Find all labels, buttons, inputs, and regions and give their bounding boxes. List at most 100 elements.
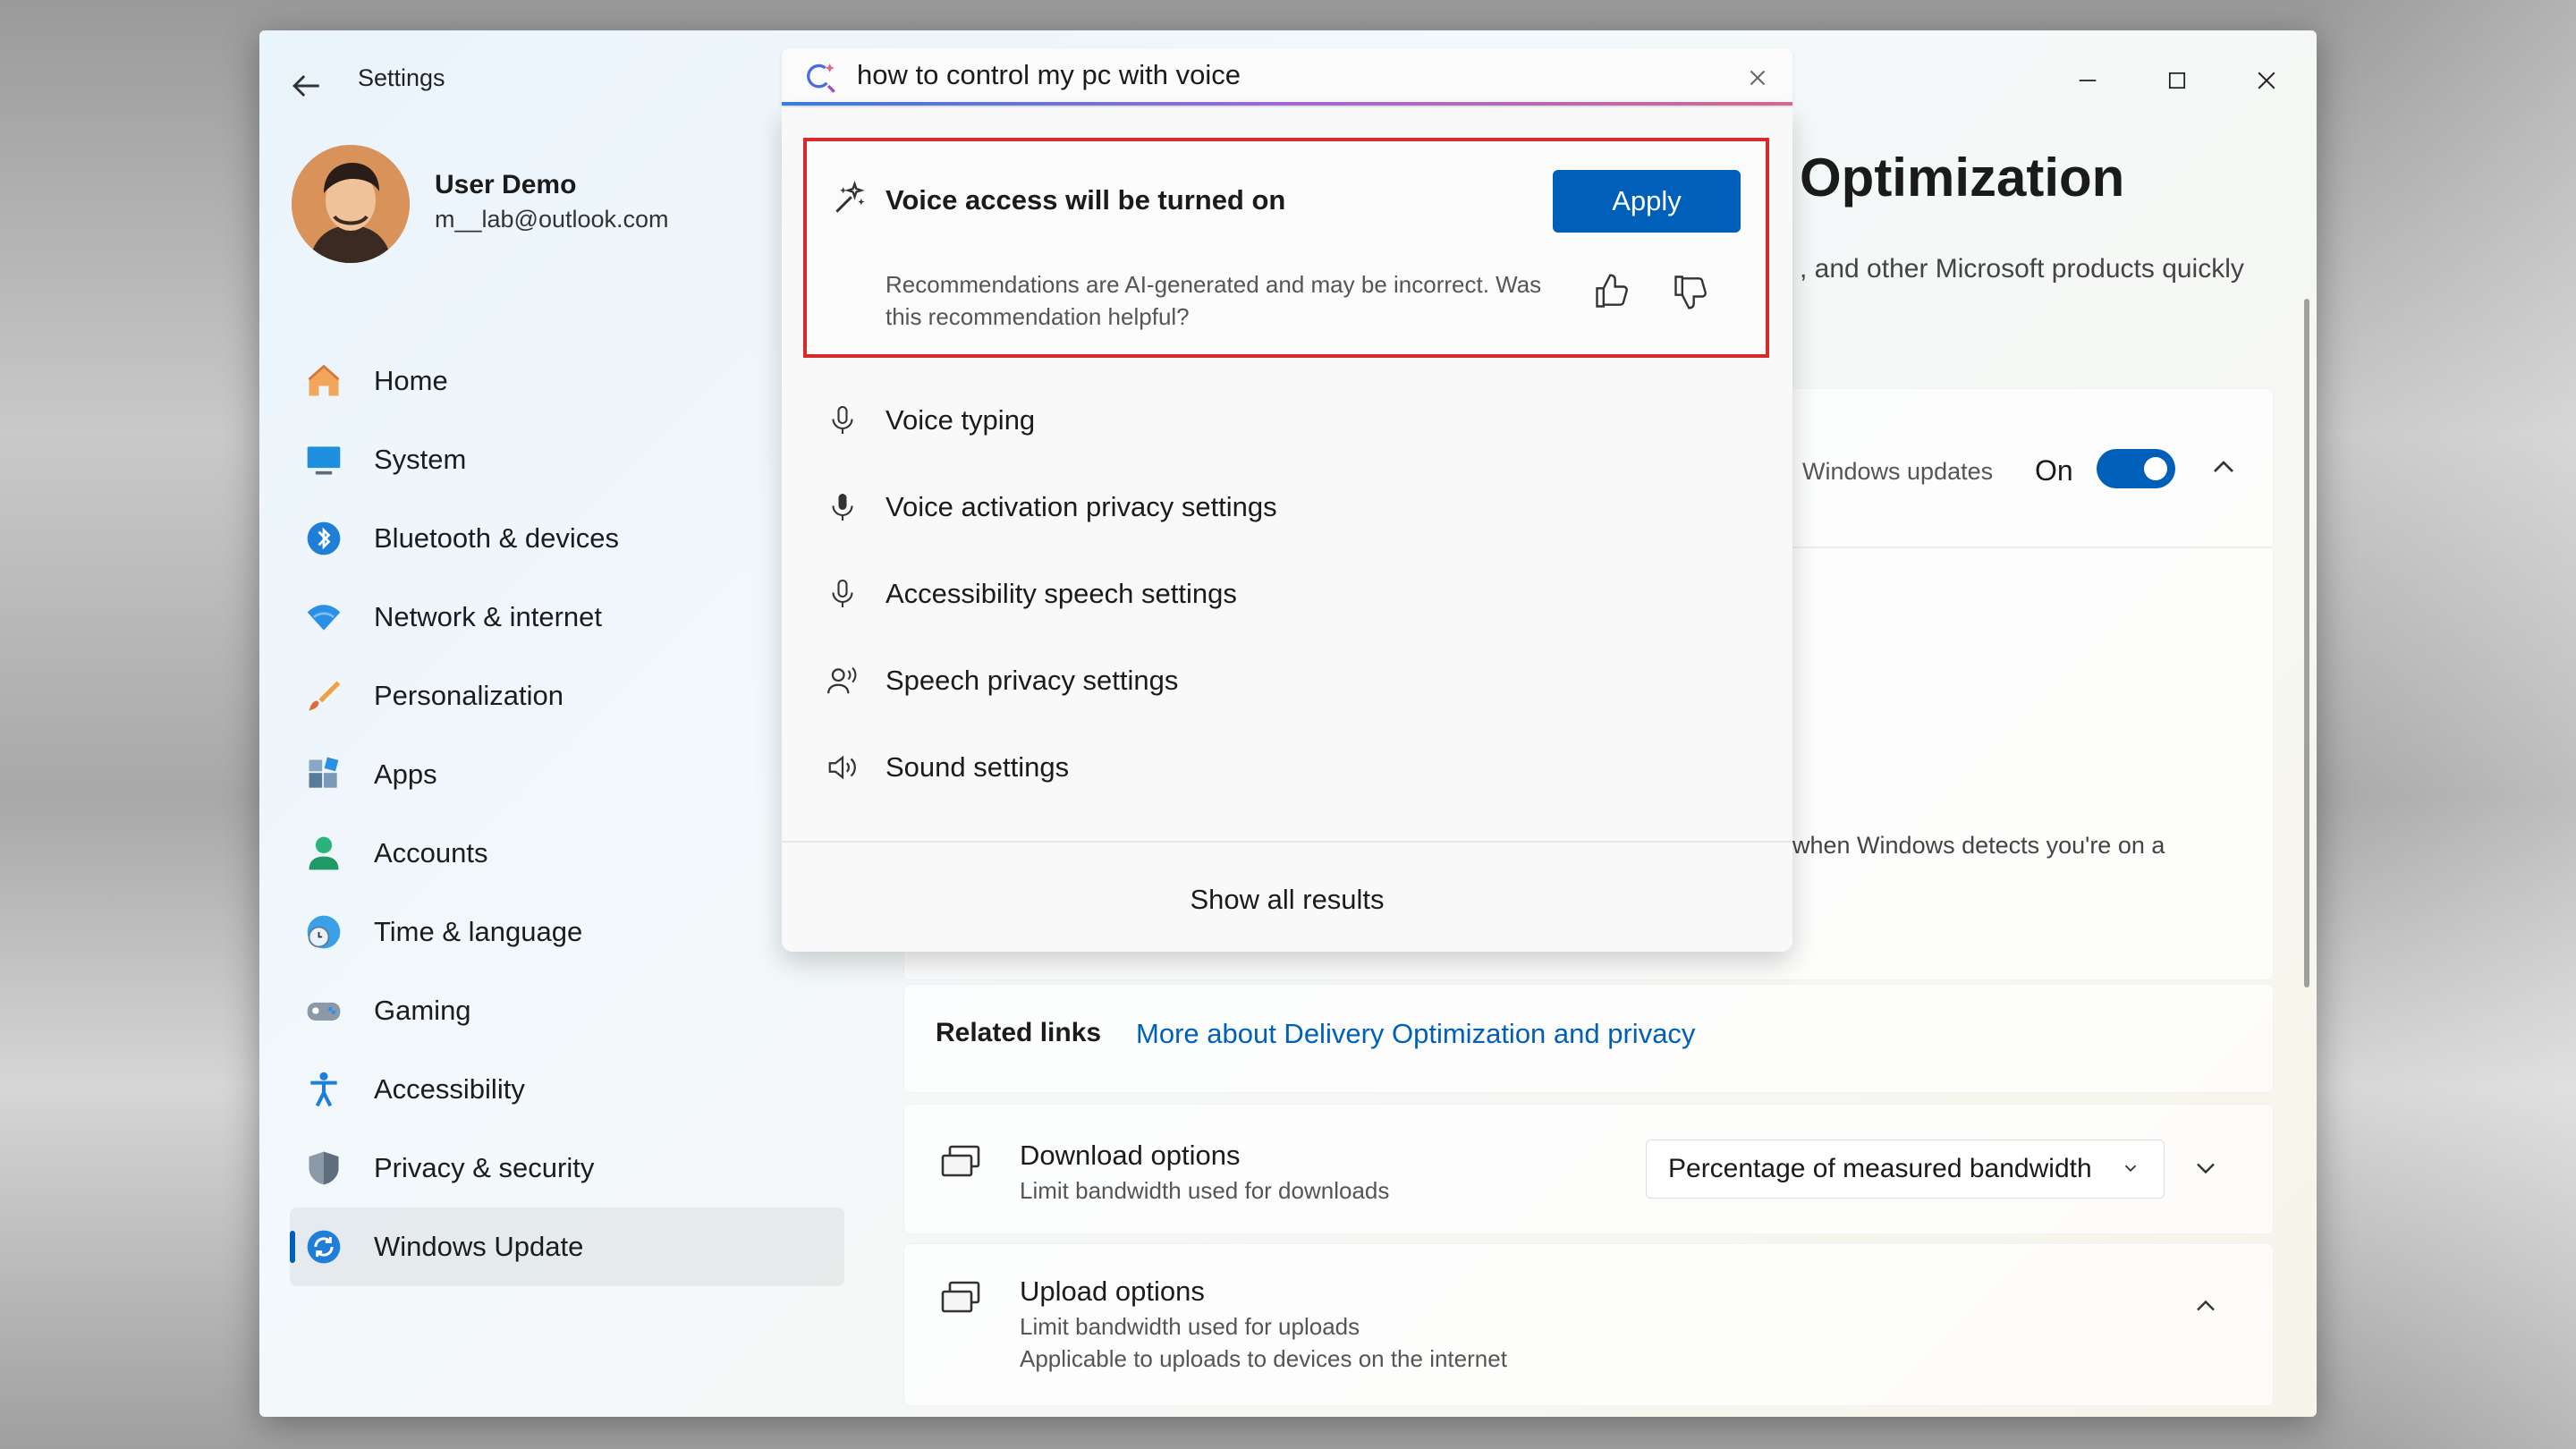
sidebar-item-label: Accessibility [374, 1073, 525, 1105]
upload-options-icon [939, 1279, 986, 1318]
sidebar-item-accessibility[interactable]: Accessibility [290, 1050, 844, 1129]
app-title: Settings [358, 64, 445, 91]
bluetooth-icon [302, 517, 345, 560]
privacy-info-link[interactable]: More about Delivery Optimization and pri… [1136, 1018, 1695, 1050]
show-all-results-button[interactable]: Show all results [782, 884, 1792, 916]
home-icon [302, 360, 345, 402]
sidebar-item-personalization[interactable]: Personalization [290, 657, 844, 735]
search-box[interactable] [782, 48, 1792, 106]
shield-icon [302, 1147, 345, 1190]
search-focus-underline [782, 102, 1792, 106]
brush-icon [302, 674, 345, 717]
windows-updates-label: Windows updates [1802, 458, 1994, 485]
search-result-sound[interactable]: Sound settings [803, 726, 1769, 809]
related-links-label: Related links [936, 1018, 1102, 1047]
chevron-down-icon [2197, 1163, 2215, 1174]
apply-button[interactable]: Apply [1553, 170, 1741, 233]
sidebar-item-label: System [374, 444, 467, 475]
page-title: Optimization [1800, 148, 2125, 208]
close-icon [1750, 70, 1766, 86]
accessibility-icon [302, 1068, 345, 1111]
recommendation-disclaimer: Recommendations are AI-generated and may… [886, 271, 1542, 330]
person-icon [302, 832, 345, 875]
back-arrow-icon [292, 74, 319, 97]
sparkle-icon [830, 179, 869, 218]
sidebar-item-system[interactable]: System [290, 420, 844, 499]
microphone-filled-icon [825, 489, 860, 525]
metered-connection-text: when Windows detects you're on a [1792, 832, 2165, 859]
user-name: User Demo [435, 170, 577, 199]
search-result-accessibility-speech[interactable]: Accessibility speech settings [803, 553, 1769, 635]
collapse-upload-button[interactable] [2190, 1290, 2222, 1322]
download-options-subtitle: Limit bandwidth used for downloads [1020, 1177, 1390, 1204]
speaker-icon [825, 750, 860, 785]
close-window-button[interactable] [2240, 54, 2293, 107]
sidebar-item-label: Bluetooth & devices [374, 522, 620, 554]
ai-recommendation-card: Voice access will be turned on Apply Rec… [803, 138, 1769, 358]
sidebar-nav: Home System Bluetooth & devices Network … [290, 342, 844, 1286]
search-result-label: Speech privacy settings [886, 665, 1179, 696]
minimize-icon [2079, 80, 2097, 81]
sidebar-item-windows-update[interactable]: Windows Update [290, 1208, 844, 1286]
sidebar-item-accounts[interactable]: Accounts [290, 814, 844, 893]
chevron-down-icon [2124, 1165, 2137, 1173]
clear-search-button[interactable] [1744, 64, 1771, 91]
monitor-icon [302, 438, 345, 481]
chevron-up-icon [2197, 1300, 2215, 1311]
search-result-label: Sound settings [886, 751, 1070, 783]
bandwidth-dropdown-value: Percentage of measured bandwidth [1668, 1154, 2092, 1183]
copilot-search-icon [801, 59, 837, 95]
thumbs-down-button[interactable] [1671, 272, 1710, 311]
toggle-state-label: On [2035, 454, 2073, 487]
upload-options-title: Upload options [1020, 1275, 1205, 1307]
upload-options-subtitle-2: Applicable to uploads to devices on the … [1020, 1345, 1507, 1372]
sidebar-item-gaming[interactable]: Gaming [290, 971, 844, 1050]
avatar[interactable] [292, 145, 410, 263]
sidebar-item-label: Personalization [374, 680, 564, 711]
expand-download-button[interactable] [2190, 1152, 2222, 1184]
search-result-label: Accessibility speech settings [886, 578, 1237, 609]
recommendation-title: Voice access will be turned on [886, 184, 1286, 216]
microphone-icon [825, 402, 860, 438]
thumbs-up-button[interactable] [1592, 272, 1631, 311]
sidebar-item-network[interactable]: Network & internet [290, 578, 844, 657]
settings-window: Settings User Demo m__lab@outlook.com Ho… [259, 30, 2317, 1417]
thumbs-up-icon [1596, 274, 1628, 308]
avatar-image-icon [292, 145, 410, 263]
close-icon [2258, 72, 2275, 89]
upload-options-subtitle: Limit bandwidth used for uploads [1020, 1313, 1360, 1340]
user-email: m__lab@outlook.com [435, 206, 669, 233]
sidebar-item-label: Apps [374, 758, 437, 790]
search-result-voice-activation[interactable]: Voice activation privacy settings [803, 466, 1769, 548]
download-options-icon [939, 1143, 986, 1182]
sidebar-item-privacy[interactable]: Privacy & security [290, 1129, 844, 1208]
search-results-flyout: Voice access will be turned on Apply Rec… [782, 107, 1792, 952]
thumbs-down-icon [1674, 275, 1707, 309]
wifi-icon [302, 596, 345, 639]
page-description: , and other Microsoft products quickly [1800, 254, 2244, 284]
minimize-button[interactable] [2061, 54, 2114, 107]
sidebar-item-home[interactable]: Home [290, 342, 844, 420]
search-result-voice-typing[interactable]: Voice typing [803, 379, 1769, 462]
person-voice-icon [825, 663, 860, 699]
sidebar-item-bluetooth[interactable]: Bluetooth & devices [290, 499, 844, 578]
flyout-divider [782, 841, 1792, 843]
sidebar-item-label: Home [374, 365, 448, 396]
bandwidth-dropdown[interactable]: Percentage of measured bandwidth [1646, 1140, 2165, 1199]
sidebar-item-apps[interactable]: Apps [290, 735, 844, 814]
sidebar-item-time-language[interactable]: Time & language [290, 893, 844, 971]
back-button[interactable] [286, 66, 326, 106]
sidebar-item-label: Time & language [374, 916, 583, 947]
search-input[interactable] [857, 55, 1716, 95]
toggle-knob [2144, 457, 2167, 480]
allow-downloads-toggle[interactable] [2097, 449, 2175, 488]
sidebar-item-label: Windows Update [374, 1231, 584, 1262]
maximize-button[interactable] [2150, 54, 2204, 107]
sidebar-item-label: Accounts [374, 837, 488, 869]
gamepad-icon [302, 989, 345, 1032]
search-result-speech-privacy[interactable]: Speech privacy settings [803, 640, 1769, 722]
search-result-label: Voice typing [886, 404, 1036, 436]
background-light [2317, 0, 2576, 1449]
collapse-button[interactable] [2206, 449, 2241, 485]
scrollbar[interactable] [2304, 299, 2309, 987]
